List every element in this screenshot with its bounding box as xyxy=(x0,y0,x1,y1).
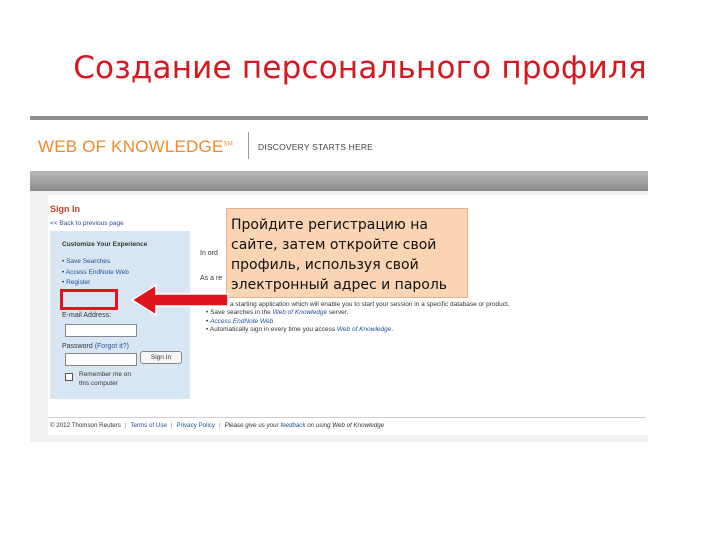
back-link[interactable]: << Back to previous page xyxy=(50,220,124,227)
list-item: Automatically sign in every time you acc… xyxy=(206,326,510,334)
email-label: E-mail Address: xyxy=(62,312,112,319)
password-label-row: Password (Forgot it?) xyxy=(62,343,129,350)
pointer-arrow-icon xyxy=(130,283,229,317)
nav-bar xyxy=(30,171,648,191)
password-field[interactable] xyxy=(65,353,137,366)
list-item: Select a starting application which will… xyxy=(206,301,510,309)
password-label: Password xyxy=(62,343,93,350)
site-header: WEB OF KNOWLEDGESM DISCOVERY STARTS HERE xyxy=(30,120,648,171)
terms-link[interactable]: Terms of Use xyxy=(130,422,166,429)
feedback-pre: Please give us your xyxy=(224,422,281,429)
list-item-endnote[interactable]: Access EndNote Web xyxy=(62,268,129,279)
tagline: DISCOVERY STARTS HERE xyxy=(258,142,374,152)
slide-title: Создание персонального профиля xyxy=(73,50,647,86)
list-item-text: server. xyxy=(327,309,349,317)
email-field[interactable] xyxy=(65,324,137,337)
feedback-link[interactable]: feedback xyxy=(280,422,305,429)
site-footer: © 2012 Thomson Reuters | Terms of Use | Priv… xyxy=(50,422,384,429)
wok-logo-text: WEB OF KNOWLEDGE xyxy=(38,137,224,156)
wok-link[interactable]: Web of Knowledge xyxy=(273,309,327,316)
register-link[interactable]: Register xyxy=(62,278,129,289)
list-item-save-searches[interactable]: Save Searches xyxy=(62,257,129,268)
wok-link[interactable]: Web of Knowledge xyxy=(337,326,391,333)
box-heading: Customize Your Experience xyxy=(62,241,148,248)
footer-separator: | xyxy=(219,422,221,429)
endnote-link[interactable]: Access EndNote Web xyxy=(210,318,273,325)
list-item: Save searches in the Web of Knowledge se… xyxy=(206,309,510,317)
signin-button[interactable]: Sign In xyxy=(140,351,182,364)
list-item-text: Select a starting application which will… xyxy=(210,301,510,308)
remember-label: Remember me on this computer xyxy=(79,371,132,387)
remember-checkbox[interactable] xyxy=(65,373,73,381)
page-title: Sign In xyxy=(50,204,80,214)
header-divider xyxy=(248,132,249,159)
benefits-list: Save Searches Access EndNote Web Registe… xyxy=(62,257,129,289)
feedback-post: on using Web of Knowledge xyxy=(305,422,385,429)
privacy-link[interactable]: Privacy Policy xyxy=(177,422,216,429)
footer-separator: | xyxy=(124,422,127,429)
footer-divider xyxy=(48,417,646,418)
wok-logo[interactable]: WEB OF KNOWLEDGESM xyxy=(38,137,233,157)
benefits-detail-list: Select a starting application which will… xyxy=(206,301,510,335)
intro-text: In ord xyxy=(200,250,218,257)
instruction-callout: Пройдите регистрацию на сайте, затем отк… xyxy=(226,208,468,298)
forgot-password-link[interactable]: (Forgot it?) xyxy=(95,343,129,350)
wok-logo-mark: SM xyxy=(223,141,233,148)
list-item-text: Automatically sign in every time you acc… xyxy=(209,326,337,334)
copyright: © 2012 Thomson Reuters xyxy=(50,422,121,429)
register-highlight xyxy=(60,289,118,310)
list-item: Access EndNote Web xyxy=(206,318,510,326)
list-item-text: . xyxy=(391,326,394,334)
footer-separator: | xyxy=(170,422,173,429)
feedback-note: Please give us your feedback on using We… xyxy=(225,422,385,429)
intro-text-2: As a re xyxy=(200,275,223,282)
